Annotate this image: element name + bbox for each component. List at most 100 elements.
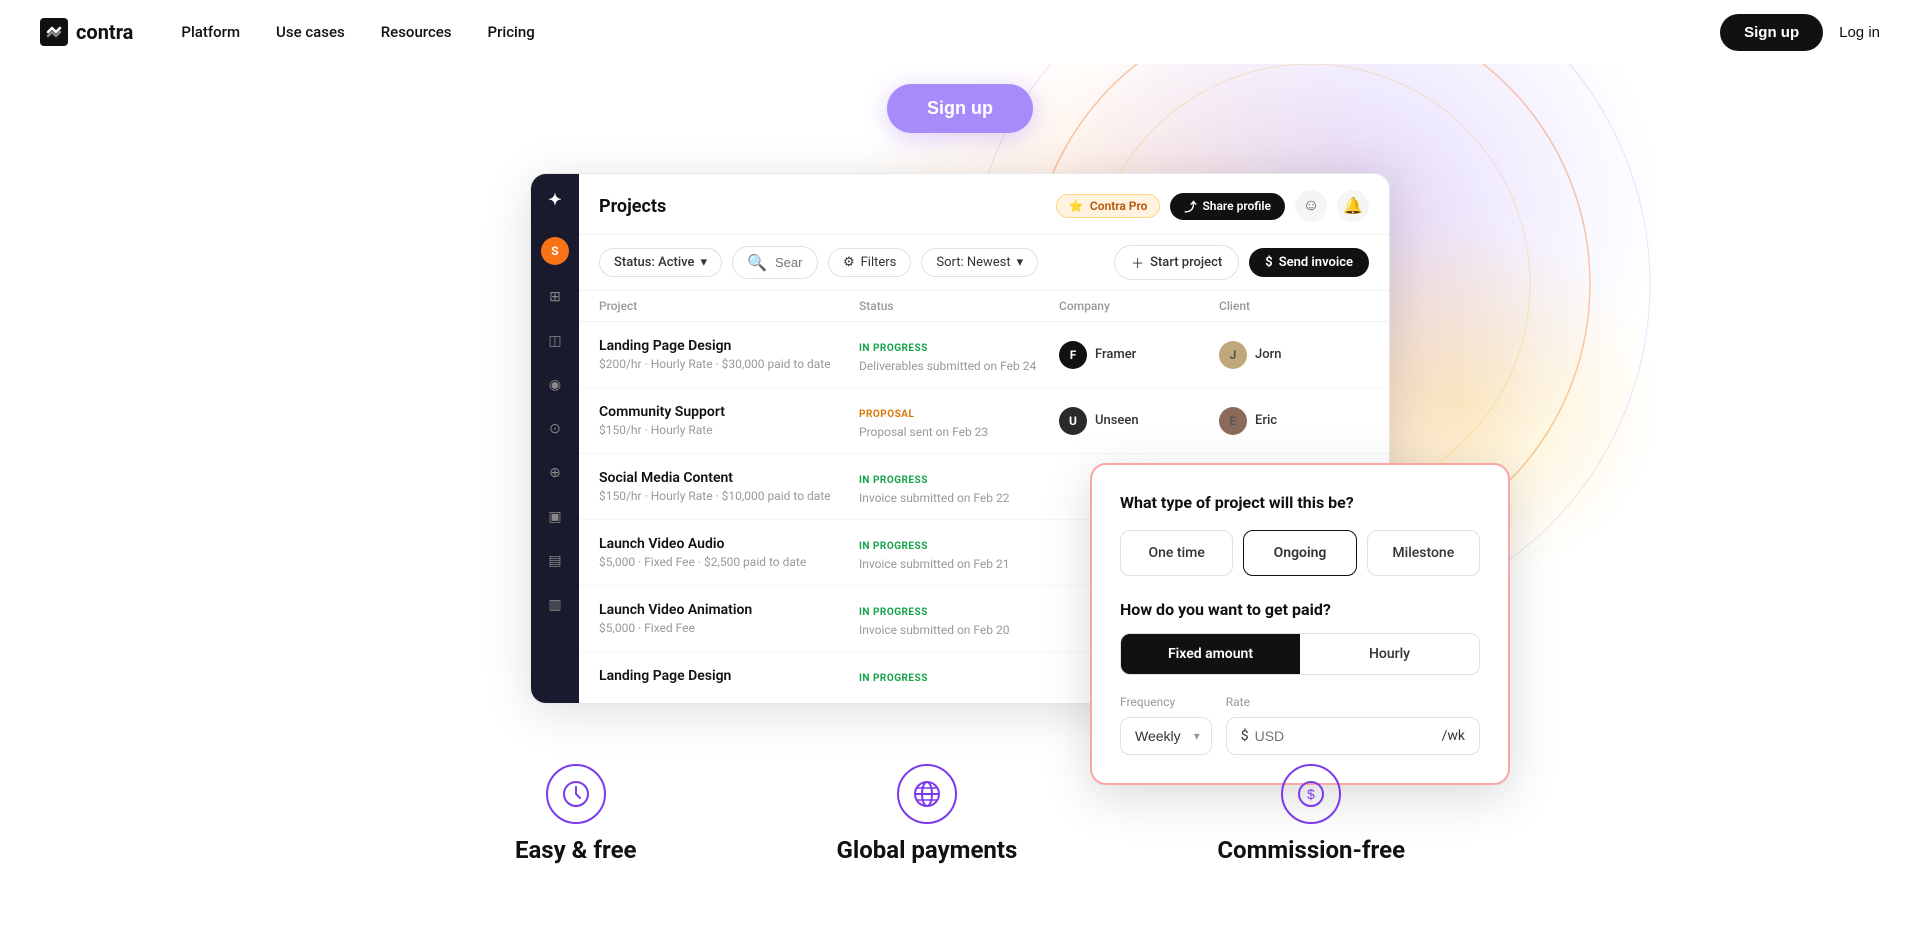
- project-meta: $5,000 · Fixed Fee · $2,500 paid to date: [599, 555, 859, 569]
- client-cell: J Jorn: [1219, 341, 1339, 369]
- type-option-milestone[interactable]: Milestone: [1367, 530, 1480, 576]
- project-meta: $150/hr · Hourly Rate: [599, 423, 859, 437]
- logo-icon: [40, 18, 68, 46]
- type-option-one-time[interactable]: One time: [1120, 530, 1233, 576]
- status-cell: IN PROGRESS Deliverables submitted on Fe…: [859, 336, 1059, 373]
- project-name: Landing Page Design: [599, 338, 859, 354]
- nav-platform[interactable]: Platform: [181, 23, 240, 41]
- sidebar-activity-icon[interactable]: ▥: [543, 593, 567, 617]
- nav-login-button[interactable]: Log in: [1839, 24, 1880, 41]
- project-info: Launch Video Animation $5,000 · Fixed Fe…: [599, 602, 859, 635]
- notifications-button[interactable]: 🔔: [1337, 190, 1369, 222]
- payment-option-fixed[interactable]: Fixed amount: [1121, 634, 1300, 674]
- client-avatar: E: [1219, 407, 1247, 435]
- logo-text: contra: [76, 20, 133, 44]
- status-badge: PROPOSAL: [859, 407, 914, 422]
- nav-right: Sign up Log in: [1720, 14, 1880, 51]
- company-cell: F Framer: [1059, 341, 1219, 369]
- table-row[interactable]: Landing Page Design $200/hr · Hourly Rat…: [579, 322, 1389, 388]
- share-icon: ⤴: [1184, 198, 1196, 215]
- panel-header: Projects ⭐ Contra Pro ⤴ Share profile ☺ …: [579, 174, 1389, 235]
- sidebar-search-icon[interactable]: ⊙: [543, 417, 567, 441]
- table-row[interactable]: Community Support $150/hr · Hourly Rate …: [579, 388, 1389, 454]
- project-info: Social Media Content $150/hr · Hourly Ra…: [599, 470, 859, 503]
- payment-toggle: Fixed amount Hourly: [1120, 633, 1480, 675]
- feature-item-commission: $ Commission-free: [1217, 764, 1405, 864]
- nav-use-cases[interactable]: Use cases: [276, 23, 345, 41]
- contra-pro-badge[interactable]: ⭐ Contra Pro: [1056, 194, 1161, 218]
- nav-links: Platform Use cases Resources Pricing: [181, 23, 1720, 41]
- client-name: Eric: [1255, 413, 1277, 428]
- status-cell: PROPOSAL Proposal sent on Feb 23: [859, 402, 1059, 439]
- feature-item-easy: Easy & free: [515, 764, 637, 864]
- user-avatar[interactable]: S: [541, 237, 569, 265]
- project-name: Launch Video Animation: [599, 602, 859, 618]
- sidebar-files-icon[interactable]: ▣: [543, 505, 567, 529]
- project-type-options: One time Ongoing Milestone: [1120, 530, 1480, 576]
- share-profile-button[interactable]: ⤴ Share profile: [1170, 193, 1285, 220]
- sort-chevron-icon: ▾: [1017, 255, 1024, 270]
- project-info: Community Support $150/hr · Hourly Rate: [599, 404, 859, 437]
- type-option-ongoing[interactable]: Ongoing: [1243, 530, 1356, 576]
- sort-button[interactable]: Sort: Newest ▾: [921, 248, 1038, 277]
- project-info: Landing Page Design: [599, 668, 859, 687]
- star-icon: ⭐: [1069, 199, 1084, 213]
- search-box: 🔍: [732, 246, 818, 279]
- nav-resources[interactable]: Resources: [381, 23, 452, 41]
- status-detail: Deliverables submitted on Feb 24: [859, 359, 1059, 373]
- payment-option-hourly[interactable]: Hourly: [1300, 634, 1479, 674]
- col-status: Status: [859, 299, 1059, 313]
- sidebar-connections-icon[interactable]: ◉: [543, 373, 567, 397]
- rate-suffix: /wk: [1442, 728, 1465, 744]
- company-logo: F: [1059, 341, 1087, 369]
- globe-icon: [897, 764, 957, 824]
- filter-button[interactable]: ⚙ Filters: [828, 248, 911, 277]
- status-cell: IN PROGRESS: [859, 666, 1059, 689]
- status-label: Status: Active: [614, 255, 695, 270]
- client-avatar: J: [1219, 341, 1247, 369]
- status-badge: IN PROGRESS: [859, 539, 928, 554]
- status-detail: Proposal sent on Feb 23: [859, 425, 1059, 439]
- sidebar-home-icon[interactable]: ⊞: [543, 285, 567, 309]
- col-client: Client: [1219, 299, 1339, 313]
- send-invoice-button[interactable]: $ Send invoice: [1249, 248, 1369, 277]
- logo[interactable]: contra: [40, 18, 133, 46]
- feature-item-global: Global payments: [836, 764, 1017, 864]
- nav-signup-button[interactable]: Sign up: [1720, 14, 1823, 51]
- status-dropdown[interactable]: Status: Active ▾: [599, 248, 722, 277]
- nav-pricing[interactable]: Pricing: [488, 23, 535, 41]
- status-detail: Invoice submitted on Feb 20: [859, 623, 1059, 637]
- company-cell: U Unseen: [1059, 407, 1219, 435]
- modal-question-1: What type of project will this be?: [1120, 493, 1480, 512]
- col-company: Company: [1059, 299, 1219, 313]
- start-project-button[interactable]: ＋ Start project: [1114, 245, 1239, 280]
- clock-icon: [546, 764, 606, 824]
- features-section: Easy & free Global payments $: [515, 704, 1405, 904]
- sidebar-settings-icon[interactable]: ⊕: [543, 461, 567, 485]
- status-badge: IN PROGRESS: [859, 605, 928, 620]
- project-name: Launch Video Audio: [599, 536, 859, 552]
- sidebar-payments-icon[interactable]: ▤: [543, 549, 567, 573]
- feature-commission-label: Commission-free: [1217, 836, 1405, 864]
- project-name: Landing Page Design: [599, 668, 859, 684]
- project-info: Launch Video Audio $5,000 · Fixed Fee · …: [599, 536, 859, 569]
- status-detail: Invoice submitted on Feb 21: [859, 557, 1059, 571]
- plus-icon: ＋: [1131, 253, 1144, 272]
- panel-sidebar: ✦ S ⊞ ◫ ◉ ⊙ ⊕ ▣ ▤ ▥: [531, 174, 579, 703]
- table-header: Project Status Company Client: [579, 291, 1389, 322]
- panel-header-right: ⭐ Contra Pro ⤴ Share profile ☺ 🔔: [1056, 190, 1369, 222]
- status-badge: IN PROGRESS: [859, 671, 928, 686]
- project-meta: $200/hr · Hourly Rate · $30,000 paid to …: [599, 357, 859, 371]
- company-logo: U: [1059, 407, 1087, 435]
- project-info: Landing Page Design $200/hr · Hourly Rat…: [599, 338, 859, 371]
- client-cell: E Eric: [1219, 407, 1339, 435]
- status-cell: IN PROGRESS Invoice submitted on Feb 21: [859, 534, 1059, 571]
- search-input[interactable]: [775, 255, 803, 270]
- svg-text:$: $: [1307, 786, 1315, 802]
- sidebar-projects-icon[interactable]: ◫: [543, 329, 567, 353]
- emoji-button[interactable]: ☺: [1295, 190, 1327, 222]
- hero-signup-button[interactable]: Sign up: [887, 84, 1033, 133]
- dollar-circle-icon: $: [1281, 764, 1341, 824]
- company-name: Unseen: [1095, 413, 1139, 428]
- status-cell: IN PROGRESS Invoice submitted on Feb 20: [859, 600, 1059, 637]
